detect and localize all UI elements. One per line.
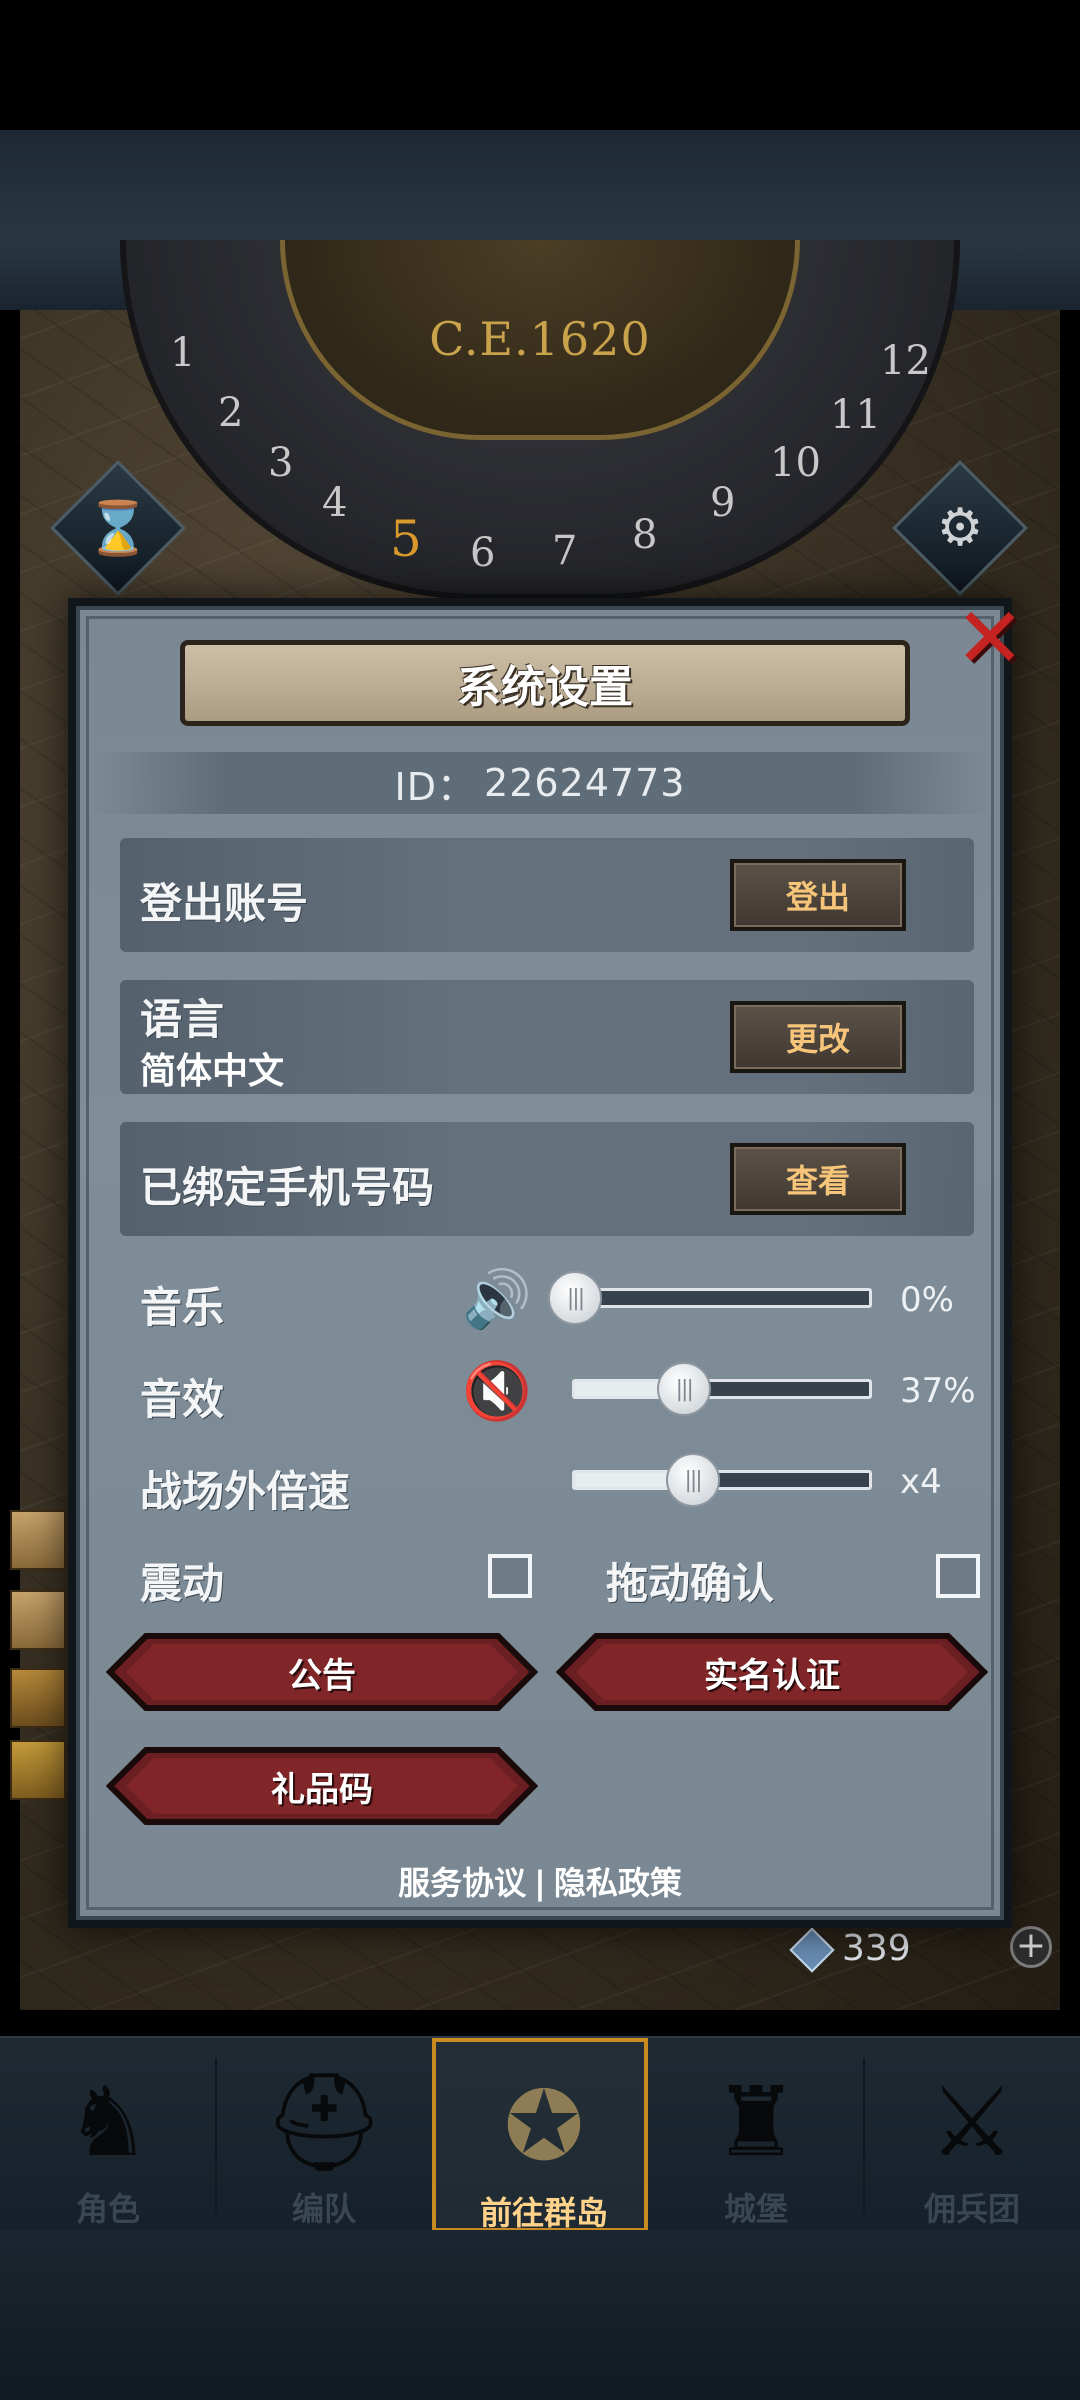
- nav-label: 前往群岛: [479, 2194, 608, 2232]
- language-label: 语言: [140, 995, 225, 1044]
- music-value: 0%: [900, 1280, 954, 1320]
- music-slider-handle[interactable]: |||: [548, 1271, 602, 1325]
- vibration-checkbox[interactable]: [488, 1554, 532, 1598]
- logout-row: 登出账号 登出: [120, 838, 974, 952]
- phone-row: 已绑定手机号码 查看: [120, 1122, 974, 1236]
- terms-link[interactable]: 服务协议: [398, 1864, 526, 1902]
- id-value: 22624773: [484, 761, 686, 805]
- dialog-title: 系统设置: [180, 640, 910, 726]
- side-shield-item[interactable]: [10, 1668, 66, 1728]
- id-label: ID：: [394, 764, 477, 809]
- realname-label: 实名认证: [704, 1655, 840, 1696]
- nav-label: 编队: [291, 2190, 356, 2228]
- privacy-link[interactable]: 隐私政策: [554, 1864, 682, 1902]
- drag-confirm-checkbox[interactable]: [936, 1554, 980, 1598]
- speed-slider-handle[interactable]: |||: [665, 1453, 720, 1507]
- bottom-band: [0, 2230, 1080, 2400]
- dial-number: 3: [268, 440, 294, 486]
- change-language-button[interactable]: 更改: [730, 1001, 906, 1073]
- dial-number: 9: [710, 480, 736, 526]
- drag-confirm-label: 拖动确认: [606, 1559, 775, 1608]
- sfx-slider-handle[interactable]: |||: [656, 1362, 711, 1416]
- footer-links: 服务协议 | 隐私政策: [0, 1858, 1080, 1904]
- side-scroll-item[interactable]: [10, 1590, 66, 1650]
- knight-icon: ♞: [64, 2066, 152, 2178]
- dial-number: 6: [470, 530, 496, 576]
- dial-number: 4: [322, 480, 348, 526]
- gift-code-label: 礼品码: [271, 1769, 373, 1810]
- add-gem-icon[interactable]: +: [1010, 1926, 1052, 1968]
- nav-item-formation[interactable]: ⛑ 编队: [216, 2038, 432, 2232]
- castle-icon: ♜: [712, 2066, 800, 2178]
- user-id: ID： 22624773: [90, 752, 990, 814]
- view-phone-button[interactable]: 查看: [730, 1143, 906, 1215]
- music-slider[interactable]: |||: [548, 1271, 872, 1325]
- speed-value: x4: [900, 1462, 942, 1502]
- dial-number: 10: [770, 440, 821, 486]
- nav-item-mercenary[interactable]: ⚔ 佣兵团: [864, 2038, 1080, 2232]
- search-icon[interactable]: [10, 1740, 66, 1800]
- logout-label: 登出账号: [140, 879, 309, 928]
- close-icon[interactable]: ✕: [950, 589, 1030, 687]
- dial-number: 1: [170, 330, 196, 376]
- helmet-icon: ⛑: [263, 2066, 385, 2178]
- dial-number: 12: [880, 338, 931, 384]
- gift-code-button[interactable]: 礼品码: [106, 1746, 538, 1826]
- nav-label: 角色: [75, 2190, 140, 2228]
- logout-button[interactable]: 登出: [730, 859, 906, 931]
- language-value: 简体中文: [140, 1051, 285, 1092]
- nav-item-islands[interactable]: ✪ 前往群岛: [432, 2038, 648, 2232]
- hourglass-icon: ⌛: [85, 498, 151, 559]
- sfx-label: 音效: [140, 1375, 225, 1424]
- compass-icon: ✪: [503, 2070, 585, 2182]
- speed-label: 战场外倍速: [140, 1467, 351, 1516]
- gem-count: 339: [842, 1928, 911, 1969]
- gear-icon: ⚙: [936, 498, 984, 558]
- nav-item-castle[interactable]: ♜ 城堡: [648, 2038, 864, 2232]
- dial-number: 5: [390, 510, 422, 568]
- side-quest-item[interactable]: [10, 1510, 66, 1570]
- language-row: 语言 简体中文 更改: [120, 980, 974, 1094]
- speaker-muted-icon[interactable]: 🔇: [462, 1362, 532, 1422]
- dial-number: 2: [218, 390, 244, 436]
- realname-button[interactable]: 实名认证: [556, 1632, 988, 1712]
- nav-item-character[interactable]: ♞ 角色: [0, 2038, 216, 2232]
- music-label: 音乐: [140, 1283, 225, 1332]
- dial-number: 11: [830, 392, 881, 438]
- footer-separator: |: [534, 1864, 546, 1902]
- speaker-on-icon[interactable]: 🔊: [462, 1270, 532, 1330]
- dial-number: 8: [632, 512, 658, 558]
- sfx-slider[interactable]: |||: [572, 1362, 872, 1416]
- bottom-nav: ♞ 角色 ⛑ 编队 ✪ 前往群岛 ♜ 城堡 ⚔ 佣兵团: [0, 2036, 1080, 2232]
- sfx-value: 37%: [900, 1371, 976, 1411]
- notice-label: 公告: [288, 1655, 356, 1696]
- nav-label: 佣兵团: [923, 2190, 1020, 2228]
- sword-icon: ⚔: [928, 2066, 1016, 2178]
- notice-button[interactable]: 公告: [106, 1632, 538, 1712]
- dial-number: 7: [552, 528, 578, 574]
- phone-label: 已绑定手机号码: [140, 1163, 435, 1212]
- nav-label: 城堡: [723, 2190, 788, 2228]
- game-screen: C.E.1620 1 2 3 4 5 6 7 8 9 10 11 12 ⌛ ⚙ 339 + ✕ 系统设…: [0, 0, 1080, 2400]
- speed-slider[interactable]: |||: [572, 1453, 872, 1507]
- vibration-label: 震动: [140, 1559, 225, 1608]
